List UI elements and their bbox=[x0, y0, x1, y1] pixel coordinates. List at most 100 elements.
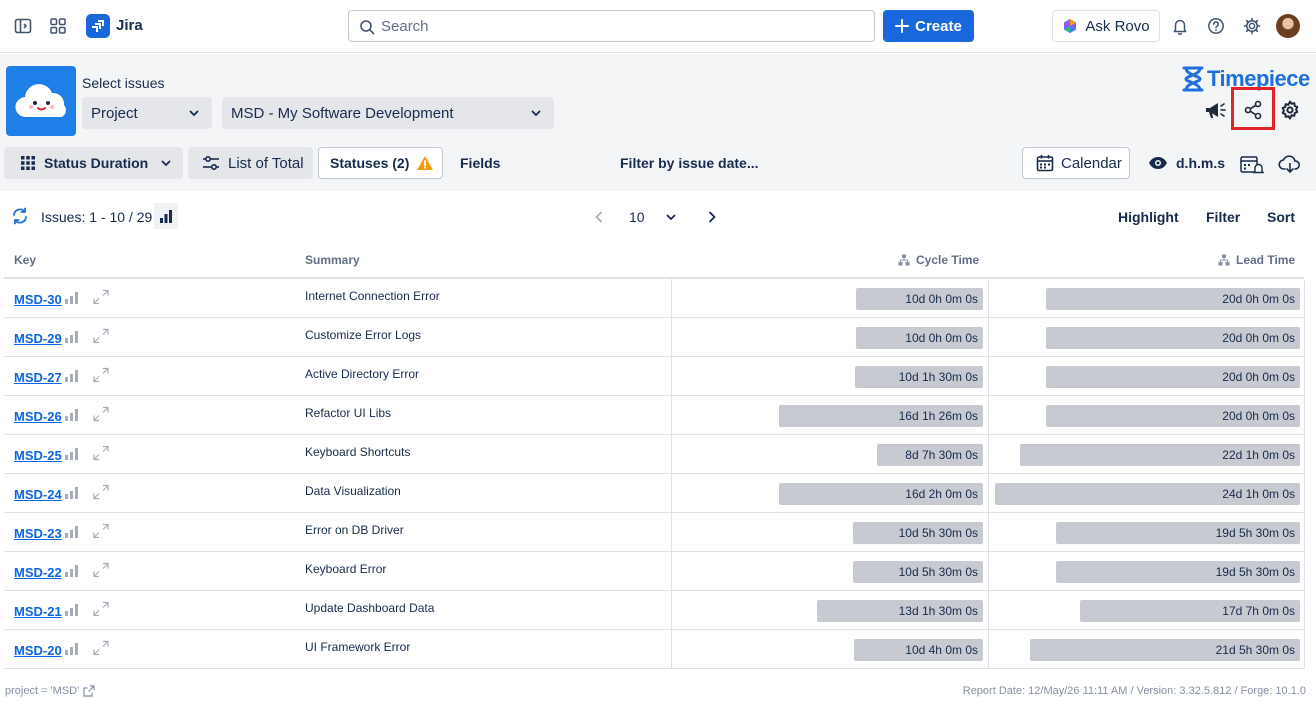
issue-summary: Customize Error Logs bbox=[305, 328, 422, 342]
hierarchy-icon bbox=[898, 254, 910, 266]
search-input[interactable] bbox=[381, 11, 861, 41]
issue-summary: Update Dashboard Data bbox=[305, 601, 435, 615]
bar-chart-icon[interactable] bbox=[65, 447, 79, 465]
project-select-dropdown[interactable]: MSD - My Software Development bbox=[222, 97, 554, 129]
expand-icon[interactable] bbox=[92, 445, 110, 466]
status-duration-label: Status Duration bbox=[44, 155, 149, 171]
expand-icon[interactable] bbox=[92, 484, 110, 505]
statuses-button[interactable]: Statuses (2) bbox=[318, 147, 443, 179]
app-switcher-icon[interactable] bbox=[47, 15, 69, 37]
cycle-time-bar: 10d 4h 0m 0s bbox=[854, 639, 983, 661]
list-of-total-button[interactable]: List of Total bbox=[188, 147, 313, 179]
help-icon[interactable] bbox=[1205, 15, 1227, 37]
column-header-summary[interactable]: Summary bbox=[305, 253, 360, 267]
issue-key-link[interactable]: MSD-29 bbox=[14, 331, 62, 346]
grid-icon bbox=[21, 156, 35, 170]
bell-icon[interactable] bbox=[1169, 15, 1191, 37]
table-row: MSD-21 Update Dashboard Data 13d 1h 30m 0s… bbox=[4, 591, 1304, 630]
bar-chart-icon[interactable] bbox=[65, 291, 79, 309]
eye-icon bbox=[1149, 157, 1167, 169]
jira-logo-icon[interactable] bbox=[86, 14, 110, 38]
issue-key-link[interactable]: MSD-24 bbox=[14, 487, 62, 502]
issue-key-link[interactable]: MSD-22 bbox=[14, 565, 62, 580]
expand-icon[interactable] bbox=[92, 523, 110, 544]
create-button[interactable]: Create bbox=[883, 10, 974, 42]
table-row: MSD-20 UI Framework Error 10d 4h 0m 0s 21d … bbox=[4, 630, 1304, 669]
status-duration-button[interactable]: Status Duration bbox=[4, 147, 183, 179]
bar-chart-icon[interactable] bbox=[65, 642, 79, 660]
project-type-dropdown[interactable]: Project bbox=[82, 97, 212, 129]
user-avatar[interactable] bbox=[1276, 14, 1300, 38]
bar-chart-icon[interactable] bbox=[65, 369, 79, 387]
create-label: Create bbox=[915, 17, 962, 35]
issue-key-link[interactable]: MSD-21 bbox=[14, 604, 62, 619]
per-page-select[interactable]: 10 bbox=[629, 209, 645, 225]
cycle-time-bar: 13d 1h 30m 0s bbox=[817, 600, 983, 622]
fields-button[interactable]: Fields bbox=[460, 147, 520, 179]
issues-count: Issues: 1 - 10 / 29 bbox=[41, 209, 153, 225]
lead-time-bar: 17d 7h 0m 0s bbox=[1080, 600, 1300, 622]
table-row: MSD-30 Internet Connection Error 10d 0h 0m… bbox=[4, 279, 1304, 318]
filter-button[interactable]: Filter bbox=[1206, 209, 1240, 225]
expand-icon[interactable] bbox=[92, 289, 110, 310]
highlight-button[interactable]: Highlight bbox=[1118, 209, 1179, 225]
bar-chart-icon[interactable] bbox=[65, 525, 79, 543]
chevron-down-icon[interactable] bbox=[665, 210, 677, 228]
calendar-button[interactable]: Calendar bbox=[1022, 147, 1130, 179]
lead-time-bar: 19d 5h 30m 0s bbox=[1056, 522, 1300, 544]
prev-page-icon[interactable] bbox=[594, 210, 604, 228]
app-name[interactable]: Jira bbox=[116, 17, 143, 34]
expand-icon[interactable] bbox=[92, 328, 110, 349]
expand-icon[interactable] bbox=[92, 601, 110, 622]
issue-key-link[interactable]: MSD-23 bbox=[14, 526, 62, 541]
expand-icon[interactable] bbox=[92, 562, 110, 583]
issue-key-link[interactable]: MSD-25 bbox=[14, 448, 62, 463]
issue-key-link[interactable]: MSD-26 bbox=[14, 409, 62, 424]
time-format-button[interactable]: d.h.m.s bbox=[1148, 147, 1228, 179]
search-icon bbox=[359, 19, 375, 35]
expand-icon[interactable] bbox=[92, 406, 110, 427]
filter-by-date-label: Filter by issue date... bbox=[620, 155, 759, 171]
settings-icon[interactable] bbox=[1241, 15, 1263, 37]
jql-footer[interactable]: project = 'MSD' bbox=[5, 685, 95, 697]
signal-bars-icon[interactable] bbox=[154, 203, 178, 229]
column-header-key[interactable]: Key bbox=[14, 253, 36, 267]
table-row: MSD-26 Refactor UI Libs 16d 1h 26m 0s 20d 0… bbox=[4, 396, 1304, 435]
cloud-download-icon[interactable] bbox=[1277, 151, 1303, 177]
cycle-time-bar: 16d 2h 0m 0s bbox=[779, 483, 983, 505]
gear-icon[interactable] bbox=[1277, 97, 1303, 123]
column-header-lead-time[interactable]: Lead Time bbox=[1218, 253, 1295, 267]
column-header-cycle-time[interactable]: Cycle Time bbox=[898, 253, 979, 267]
column-divider bbox=[1304, 279, 1305, 669]
expand-icon[interactable] bbox=[92, 640, 110, 661]
issue-key-link[interactable]: MSD-27 bbox=[14, 370, 62, 385]
cycle-time-bar: 8d 7h 30m 0s bbox=[877, 444, 983, 466]
calendar-icon bbox=[1036, 155, 1054, 172]
ask-rovo-button[interactable]: Ask Rovo bbox=[1052, 10, 1160, 42]
sidebar-toggle-icon[interactable] bbox=[12, 15, 34, 37]
external-link-icon bbox=[83, 685, 95, 697]
expand-icon[interactable] bbox=[92, 367, 110, 388]
sort-button[interactable]: Sort bbox=[1267, 209, 1295, 225]
bar-chart-icon[interactable] bbox=[65, 486, 79, 504]
cycle-time-label: Cycle Time bbox=[916, 253, 980, 267]
issue-summary: Keyboard Shortcuts bbox=[305, 445, 411, 459]
megaphone-icon[interactable] bbox=[1202, 97, 1228, 123]
filter-by-date-button[interactable]: Filter by issue date... bbox=[620, 147, 770, 179]
bar-chart-icon[interactable] bbox=[65, 564, 79, 582]
timepiece-app: Select issues Project MSD - My Software … bbox=[0, 54, 1316, 702]
issue-key-link[interactable]: MSD-20 bbox=[14, 643, 62, 658]
calendar-alert-icon[interactable] bbox=[1239, 151, 1265, 177]
table-row: MSD-22 Keyboard Error 10d 5h 30m 0s 19d 5h … bbox=[4, 552, 1304, 591]
bar-chart-icon[interactable] bbox=[65, 603, 79, 621]
calendar-label: Calendar bbox=[1061, 154, 1122, 172]
bar-chart-icon[interactable] bbox=[65, 408, 79, 426]
issue-key-link[interactable]: MSD-30 bbox=[14, 292, 62, 307]
next-page-icon[interactable] bbox=[707, 210, 717, 228]
search-box[interactable] bbox=[348, 10, 875, 42]
refresh-icon[interactable] bbox=[11, 207, 29, 230]
bar-chart-icon[interactable] bbox=[65, 330, 79, 348]
issue-summary: Refactor UI Libs bbox=[305, 406, 392, 420]
jql-text: project = 'MSD' bbox=[5, 685, 80, 697]
table-row: MSD-25 Keyboard Shortcuts 8d 7h 30m 0s 22d … bbox=[4, 435, 1304, 474]
